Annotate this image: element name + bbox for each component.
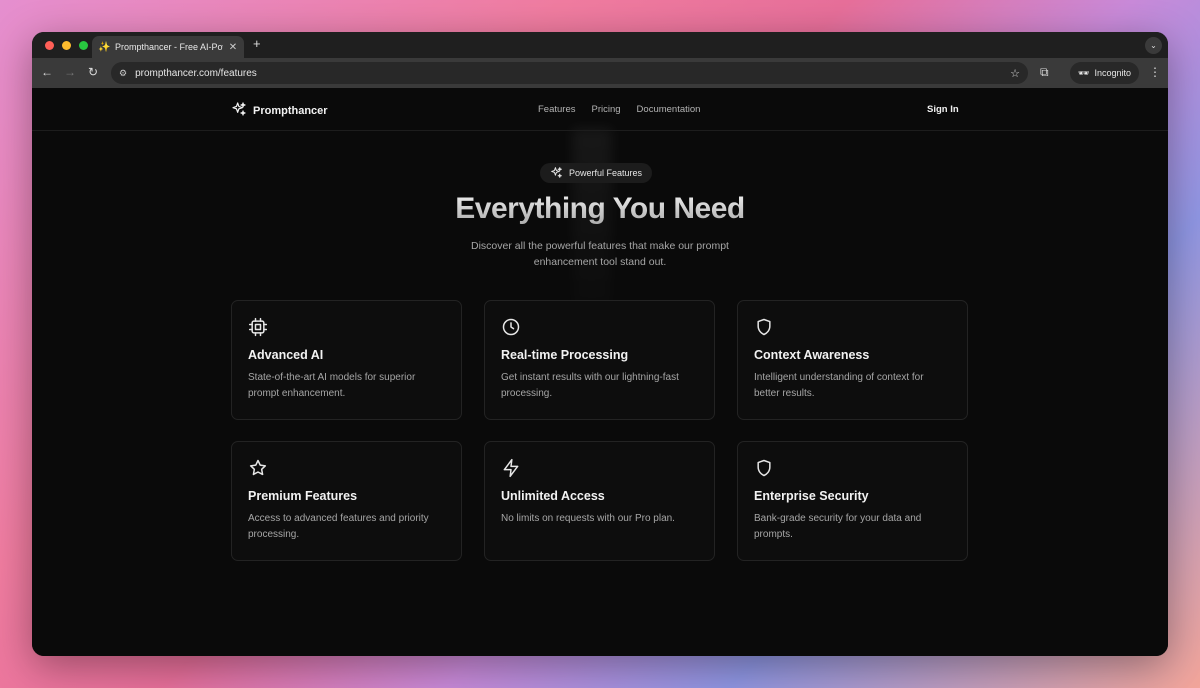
feature-title: Unlimited Access	[501, 489, 605, 503]
sign-in-link[interactable]: Sign In	[927, 104, 959, 115]
feature-card-real-time-processing: Real-time Processing Get instant results…	[484, 300, 715, 420]
features-badge: Powerful Features	[540, 163, 653, 183]
sparkles-icon	[550, 166, 563, 181]
incognito-label: Incognito	[1094, 68, 1131, 78]
feature-title: Context Awareness	[754, 348, 870, 362]
nav-links: Features Pricing Documentation	[538, 104, 700, 115]
shield-icon	[754, 458, 774, 478]
close-tab-icon[interactable]: ✕	[228, 42, 238, 53]
browser-toolbar: ← → ↻ ⚙ prompthancer.com/features ☆ ⧉ 🕶 …	[32, 58, 1168, 88]
feature-card-premium-features: Premium Features Access to advanced feat…	[231, 441, 462, 561]
nav-link-pricing[interactable]: Pricing	[592, 104, 621, 115]
address-bar[interactable]: ⚙ prompthancer.com/features ☆	[111, 62, 1028, 84]
window-controls	[45, 41, 88, 50]
feature-description: No limits on requests with our Pro plan.	[501, 513, 675, 524]
brand-name: Prompthancer	[253, 104, 328, 117]
tab-title: Prompthancer - Free AI-Powe	[115, 42, 223, 52]
shield-icon	[754, 317, 774, 337]
sparkle-favicon-icon: ✨	[98, 41, 111, 53]
lightning-icon	[501, 458, 521, 478]
web-page: Prompthancer Features Pricing Documentat…	[32, 88, 1168, 656]
close-window-button[interactable]	[45, 41, 54, 50]
minimize-window-button[interactable]	[62, 41, 71, 50]
feature-description: Access to advanced features and priority…	[248, 513, 429, 540]
page-subtitle: Discover all the powerful features that …	[471, 240, 729, 268]
incognito-icon: 🕶	[1078, 67, 1090, 78]
nav-link-documentation[interactable]: Documentation	[637, 104, 701, 115]
back-arrow-icon[interactable]: ←	[40, 65, 54, 79]
tab-strip: ✨ Prompthancer - Free AI-Powe ✕ + ⌄	[32, 32, 1168, 58]
sparkles-logo-icon	[231, 101, 247, 120]
tab-search-chevron-icon[interactable]: ⌄	[1145, 37, 1162, 54]
feature-card-context-awareness: Context Awareness Intelligent understand…	[737, 300, 968, 420]
page-title: Everything You Need	[32, 192, 1168, 226]
browser-menu-icon[interactable]: ⋮	[1149, 65, 1161, 79]
url-text[interactable]: prompthancer.com/features	[135, 68, 1002, 79]
feature-description: Bank-grade security for your data and pr…	[754, 513, 922, 540]
clock-icon	[501, 317, 521, 337]
feature-description: Intelligent understanding of context for…	[754, 372, 924, 399]
feature-title: Real-time Processing	[501, 348, 629, 362]
maximize-window-button[interactable]	[79, 41, 88, 50]
feature-title: Premium Features	[248, 489, 358, 503]
feature-card-advanced-ai: Advanced AI State-of-the-art AI models f…	[231, 300, 462, 420]
feature-card-enterprise-security: Enterprise Security Bank-grade security …	[737, 441, 968, 561]
badge-label: Powerful Features	[569, 168, 643, 178]
forward-arrow-icon[interactable]: →	[63, 65, 77, 79]
features-grid: Advanced AI State-of-the-art AI models f…	[231, 300, 969, 561]
extensions-puzzle-icon[interactable]: ⧉	[1040, 65, 1049, 80]
new-tab-button[interactable]: +	[253, 36, 261, 51]
site-settings-icon[interactable]: ⚙	[119, 68, 127, 79]
star-icon	[248, 458, 268, 478]
feature-card-unlimited-access: Unlimited Access No limits on requests w…	[484, 441, 715, 561]
cpu-icon	[248, 317, 268, 337]
bookmark-star-icon[interactable]: ☆	[1010, 67, 1020, 80]
feature-description: Get instant results with our lightning-f…	[501, 372, 679, 399]
incognito-indicator[interactable]: 🕶 Incognito	[1070, 62, 1139, 84]
browser-window: ✨ Prompthancer - Free AI-Powe ✕ + ⌄ ← → …	[32, 32, 1168, 656]
feature-description: State-of-the-art AI models for superior …	[248, 372, 416, 399]
feature-title: Advanced AI	[248, 348, 324, 362]
site-navbar: Prompthancer Features Pricing Documentat…	[32, 88, 1168, 131]
nav-link-features[interactable]: Features	[538, 104, 576, 115]
reload-icon[interactable]: ↻	[86, 65, 100, 79]
feature-title: Enterprise Security	[754, 489, 869, 503]
browser-tab[interactable]: ✨ Prompthancer - Free AI-Powe ✕	[92, 36, 244, 58]
brand-logo[interactable]: Prompthancer	[231, 101, 328, 120]
